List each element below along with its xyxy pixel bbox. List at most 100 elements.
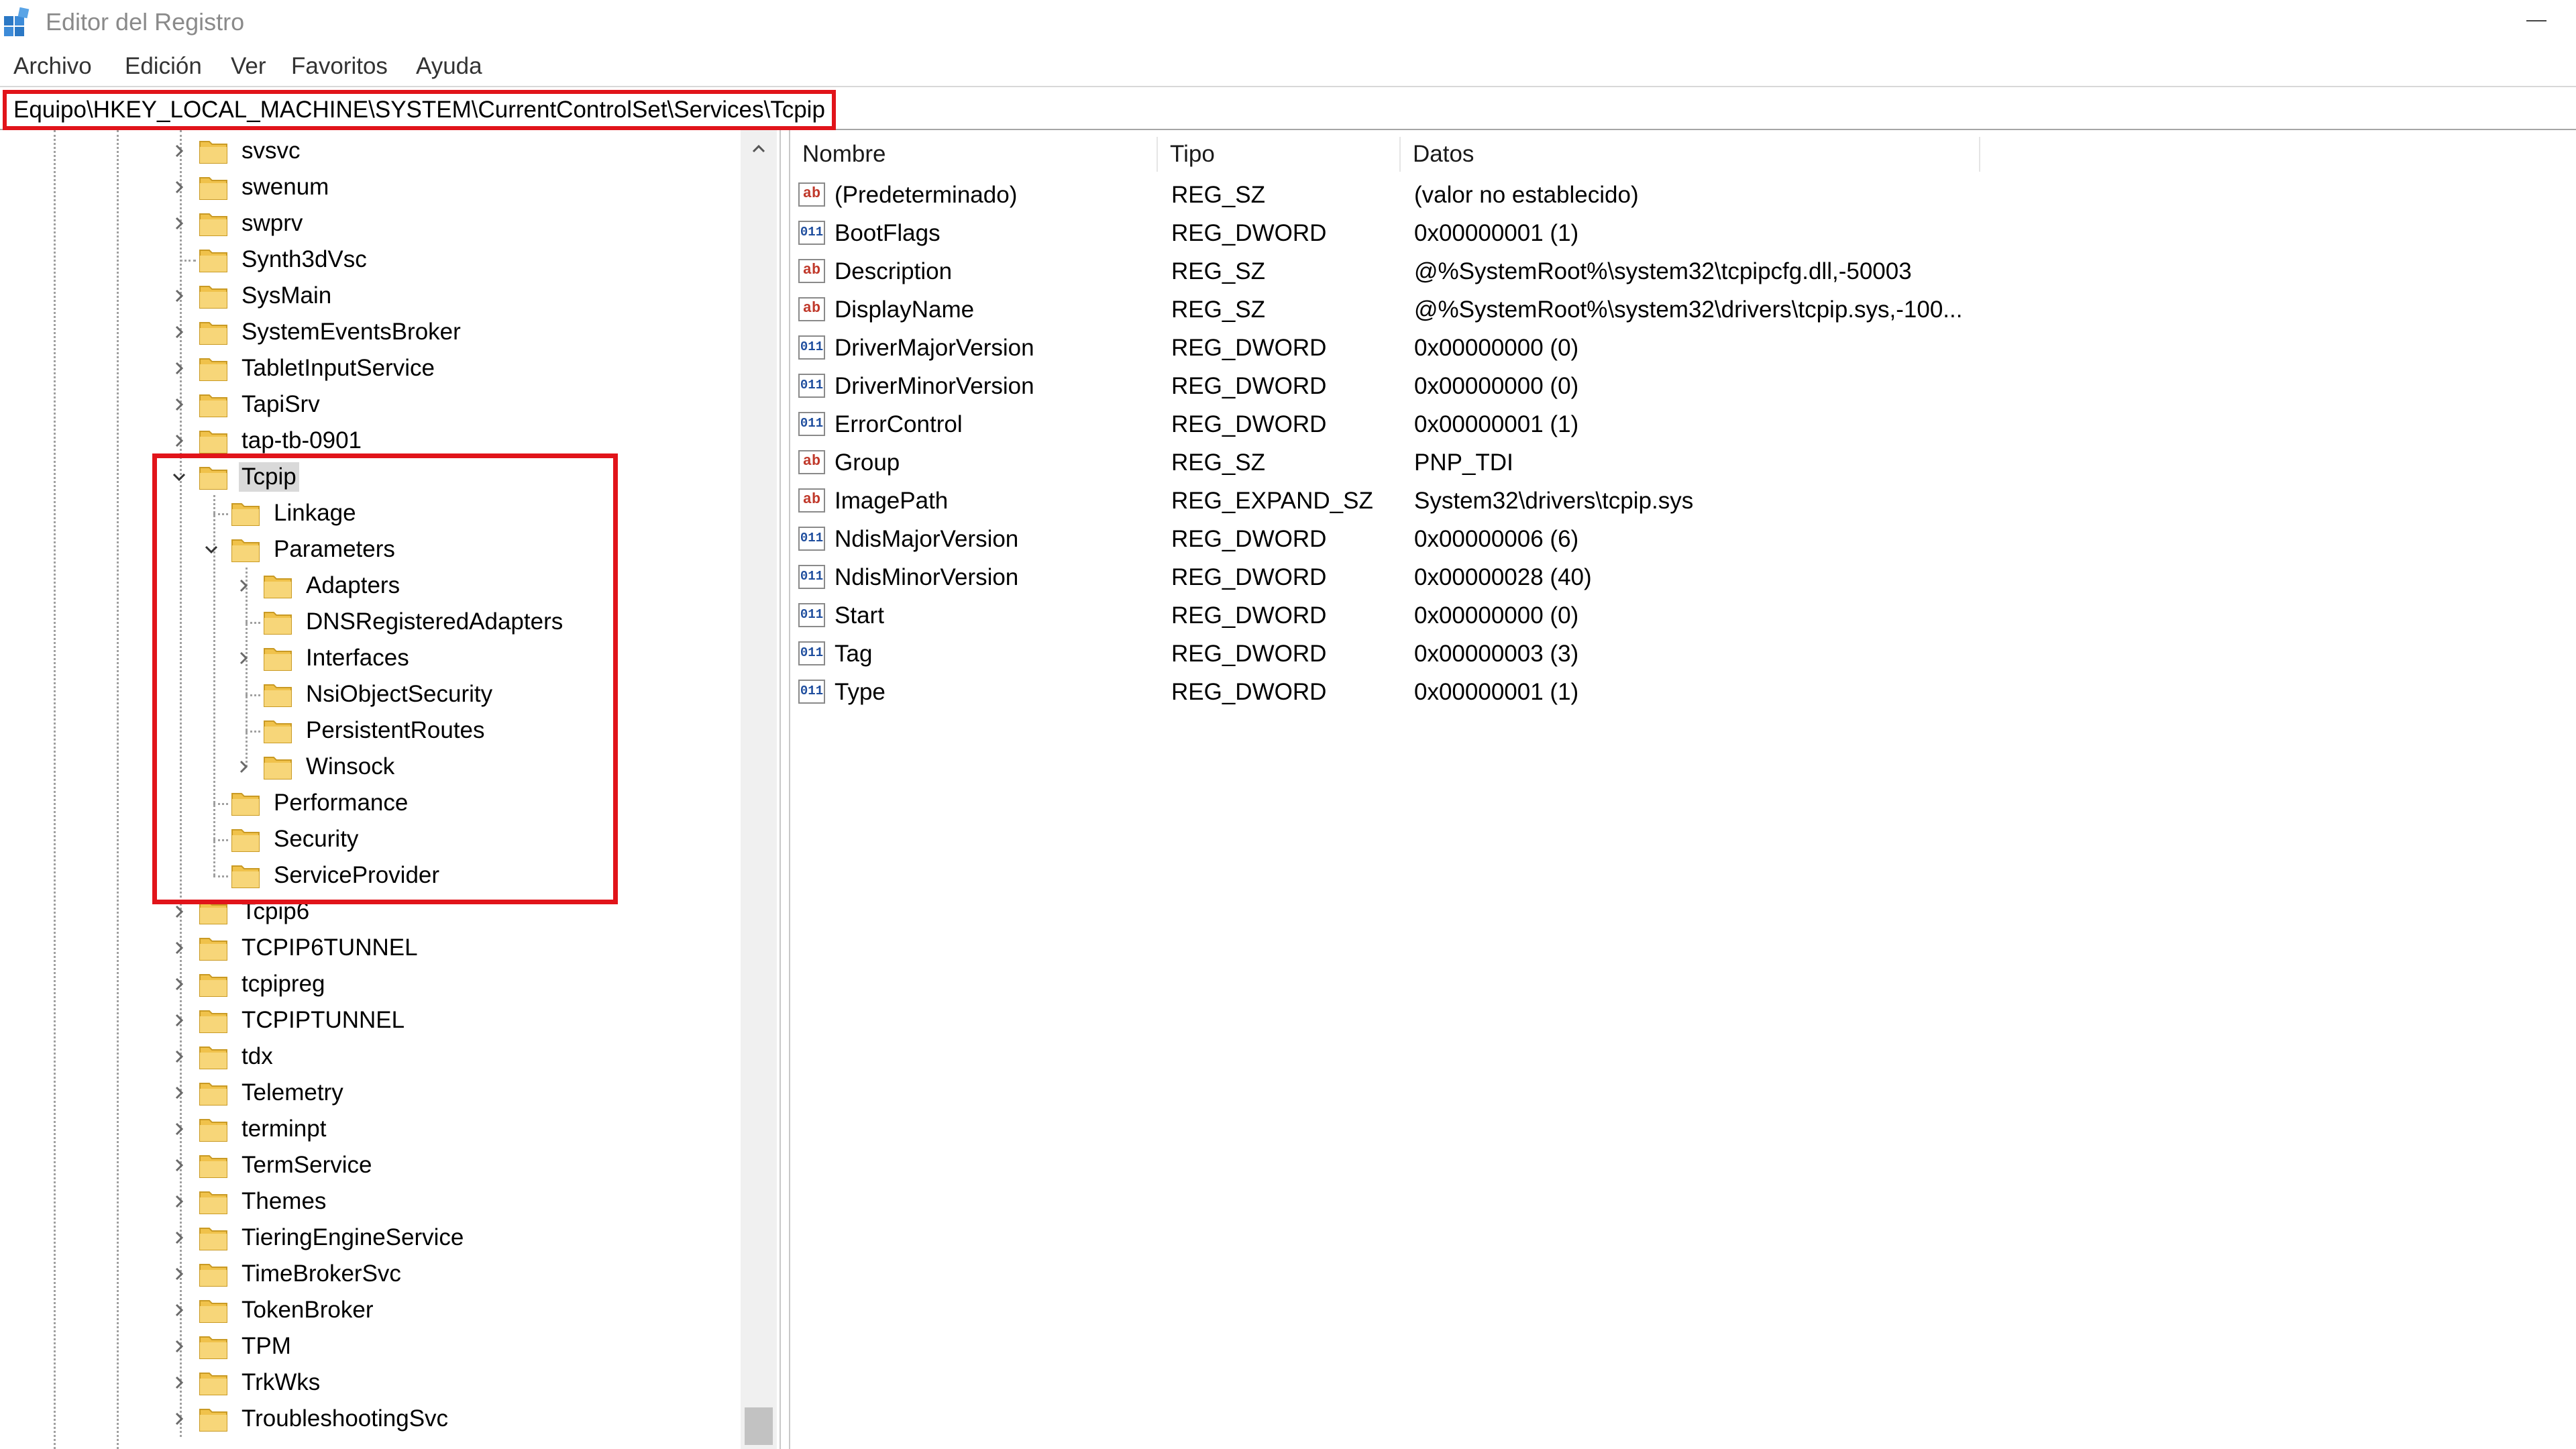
value-row[interactable]: 011 Type REG_DWORD 0x00000001 (1)	[790, 673, 2132, 711]
chevron-right-icon[interactable]	[169, 1228, 189, 1248]
tree-item-sysmain[interactable]: SysMain	[175, 278, 334, 314]
menu-ver[interactable]: Ver	[228, 52, 269, 80]
value-row[interactable]: ab ImagePath REG_EXPAND_SZ System32\drivers…	[790, 482, 2132, 520]
chevron-right-icon[interactable]	[169, 1083, 189, 1103]
tree-item-themes[interactable]: Themes	[175, 1183, 329, 1220]
tree-item-tcpipreg[interactable]: tcpipreg	[175, 966, 328, 1002]
chevron-right-icon[interactable]	[169, 286, 189, 306]
dword-value-icon: 011	[798, 680, 825, 704]
chevron-right-icon[interactable]	[169, 1155, 189, 1175]
tree-item-dnsregisteredadapters[interactable]: DNSRegisteredAdapters	[263, 604, 566, 640]
tree-item-tieringengineservice[interactable]: TieringEngineService	[175, 1220, 466, 1256]
chevron-right-icon[interactable]	[169, 938, 189, 958]
column-header-nombre[interactable]: Nombre	[790, 137, 1158, 172]
chevron-right-icon[interactable]	[169, 1119, 189, 1139]
value-row[interactable]: 011 NdisMinorVersion REG_DWORD 0x00000028 (…	[790, 558, 2132, 596]
tree-item-tap-tb-0901[interactable]: tap-tb-0901	[175, 423, 364, 459]
value-row[interactable]: 011 DriverMinorVersion REG_DWORD 0x00000000…	[790, 367, 2132, 405]
tree-item-nsiobjectsecurity[interactable]: NsiObjectSecurity	[263, 676, 495, 712]
value-name: ImagePath	[835, 488, 949, 514]
chevron-right-icon[interactable]	[169, 1300, 189, 1320]
value-name: Type	[835, 679, 885, 705]
chevron-down-icon[interactable]	[169, 467, 189, 487]
menu-favoritos[interactable]: Favoritos	[288, 52, 390, 80]
chevron-right-icon[interactable]	[233, 757, 254, 777]
tree-item-termservice[interactable]: TermService	[175, 1147, 374, 1183]
chevron-down-icon[interactable]	[201, 539, 221, 559]
chevron-right-icon[interactable]	[169, 1010, 189, 1030]
chevron-right-icon[interactable]	[169, 1191, 189, 1212]
column-header-tipo[interactable]: Tipo	[1158, 137, 1401, 172]
pane-splitter[interactable]	[780, 130, 790, 1449]
column-header-datos[interactable]: Datos	[1401, 137, 1980, 172]
tree-item-synth3dvsc[interactable]: Synth3dVsc	[199, 241, 370, 278]
tree-item-tcpip6tunnel[interactable]: TCPIP6TUNNEL	[175, 930, 421, 966]
tree-item-tdx[interactable]: tdx	[175, 1038, 276, 1075]
address-path-field[interactable]: Equipo\HKEY_LOCAL_MACHINE\SYSTEM\Current…	[3, 90, 836, 130]
tree-item-tokenbroker[interactable]: TokenBroker	[175, 1292, 376, 1328]
value-row[interactable]: ab Group REG_SZ PNP_TDI	[790, 443, 2132, 482]
chevron-right-icon[interactable]	[169, 1336, 189, 1356]
chevron-right-icon[interactable]	[169, 1264, 189, 1284]
tree-item-systemeventsbroker[interactable]: SystemEventsBroker	[175, 314, 464, 350]
tree-item-telemetry[interactable]: Telemetry	[175, 1075, 346, 1111]
menu-ayuda[interactable]: Ayuda	[413, 52, 485, 80]
tree-item-tcpiptunnel[interactable]: TCPIPTUNNEL	[175, 1002, 407, 1038]
chevron-right-icon[interactable]	[169, 902, 189, 922]
folder-icon	[231, 826, 260, 853]
chevron-right-icon[interactable]	[169, 358, 189, 378]
value-row[interactable]: 011 ErrorControl REG_DWORD 0x00000001 (1)	[790, 405, 2132, 443]
chevron-right-icon[interactable]	[169, 1409, 189, 1429]
value-row[interactable]: ab DisplayName REG_SZ @%SystemRoot%\system3…	[790, 290, 2132, 329]
chevron-right-icon[interactable]	[233, 648, 254, 668]
folder-icon	[263, 572, 292, 599]
chevron-right-icon[interactable]	[169, 213, 189, 233]
tree-item-troubleshootingsvc[interactable]: TroubleshootingSvc	[175, 1401, 451, 1437]
chevron-right-icon[interactable]	[169, 1046, 189, 1067]
value-row[interactable]: ab Description REG_SZ @%SystemRoot%\system3…	[790, 252, 2132, 290]
address-bar: Equipo\HKEY_LOCAL_MACHINE\SYSTEM\Current…	[0, 86, 2576, 130]
tree-item-label: Parameters	[274, 536, 395, 562]
tree-item-interfaces[interactable]: Interfaces	[239, 640, 412, 676]
menu-edicion[interactable]: Edición	[122, 52, 205, 80]
tree-item-linkage[interactable]: Linkage	[231, 495, 359, 531]
chevron-right-icon[interactable]	[169, 431, 189, 451]
value-row[interactable]: 011 DriverMajorVersion REG_DWORD 0x00000000…	[790, 329, 2132, 367]
scroll-up-arrow-icon[interactable]	[741, 134, 777, 164]
tree-item-serviceprovider[interactable]: ServiceProvider	[231, 857, 442, 894]
tree-item-tpm[interactable]: TPM	[175, 1328, 294, 1364]
tree-item-adapters[interactable]: Adapters	[239, 568, 402, 604]
tree-item-performance[interactable]: Performance	[231, 785, 411, 821]
value-row[interactable]: ab (Predeterminado) REG_SZ (valor no establ…	[790, 176, 2132, 214]
value-row[interactable]: 011 NdisMajorVersion REG_DWORD 0x00000006 (…	[790, 520, 2132, 558]
chevron-right-icon[interactable]	[169, 322, 189, 342]
tree-item-trkwks[interactable]: TrkWks	[175, 1364, 323, 1401]
value-row[interactable]: 011 Start REG_DWORD 0x00000000 (0)	[790, 596, 2132, 635]
tree-item-terminpt[interactable]: terminpt	[175, 1111, 329, 1147]
chevron-right-icon[interactable]	[169, 974, 189, 994]
tree-item-tcpip[interactable]: Tcpip	[172, 459, 299, 495]
value-row[interactable]: 011 Tag REG_DWORD 0x00000003 (3)	[790, 635, 2132, 673]
folder-icon	[199, 934, 228, 961]
tree-item-tcpip6[interactable]: Tcpip6	[175, 894, 312, 930]
chevron-right-icon[interactable]	[169, 141, 189, 161]
tree-item-timebrokersvc[interactable]: TimeBrokerSvc	[175, 1256, 404, 1292]
chevron-right-icon[interactable]	[169, 177, 189, 197]
tree-item-swprv[interactable]: swprv	[175, 205, 305, 241]
chevron-right-icon[interactable]	[169, 1373, 189, 1393]
scrollbar-thumb[interactable]	[745, 1407, 773, 1445]
tree-scrollbar[interactable]	[741, 130, 777, 1449]
minimize-button[interactable]	[2496, 0, 2576, 43]
tree-item-tabletinputservice[interactable]: TabletInputService	[175, 350, 437, 386]
tree-item-security[interactable]: Security	[231, 821, 361, 857]
chevron-right-icon[interactable]	[233, 576, 254, 596]
tree-item-parameters[interactable]: Parameters	[205, 531, 398, 568]
tree-item-winsock[interactable]: Winsock	[239, 749, 397, 785]
tree-item-svsvc[interactable]: svsvc	[175, 133, 303, 169]
tree-item-persistentroutes[interactable]: PersistentRoutes	[263, 712, 488, 749]
chevron-right-icon[interactable]	[169, 394, 189, 415]
value-row[interactable]: 011 BootFlags REG_DWORD 0x00000001 (1)	[790, 214, 2132, 252]
menu-archivo[interactable]: Archivo	[11, 52, 95, 80]
tree-item-tapisrv[interactable]: TapiSrv	[175, 386, 323, 423]
tree-item-swenum[interactable]: swenum	[175, 169, 331, 205]
